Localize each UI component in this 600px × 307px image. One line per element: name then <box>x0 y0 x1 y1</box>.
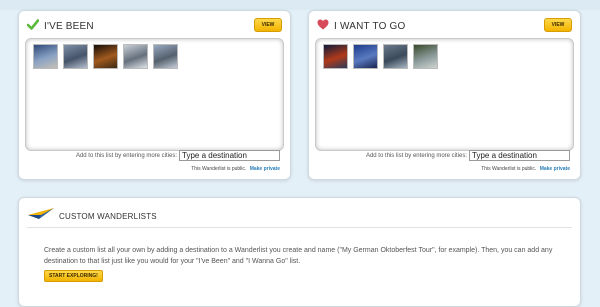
ive-been-privacy-row: This Wanderlist is public. Make private <box>191 166 280 172</box>
top-strip <box>0 0 600 10</box>
i-want-to-go-destination-input[interactable] <box>469 150 570 161</box>
ive-been-panel: I'VE BEEN VIEW Add to this list by enter… <box>18 10 291 180</box>
i-want-to-go-privacy-row: This Wanderlist is public. Make private <box>481 166 570 172</box>
i-want-to-go-header: I WANT TO GO VIEW <box>317 17 572 35</box>
ive-been-city-photo-2[interactable] <box>63 44 88 69</box>
i-want-to-go-city-photo-1[interactable] <box>323 44 348 69</box>
ive-been-photo-box <box>25 38 284 151</box>
ive-been-add-label: Add to this list by entering more cities… <box>75 152 177 159</box>
ive-been-privacy-text: This Wanderlist is public. <box>191 166 247 172</box>
ive-been-add-row: Add to this list by entering more cities… <box>19 150 280 161</box>
ive-been-thumbnails <box>33 44 178 69</box>
i-want-to-go-view-button[interactable]: VIEW <box>544 18 572 32</box>
ive-been-city-photo-4[interactable] <box>123 44 148 69</box>
i-want-to-go-make-private-link[interactable]: Make private <box>540 166 570 172</box>
i-want-to-go-panel: I WANT TO GO VIEW Add to this list by en… <box>308 10 581 180</box>
i-want-to-go-city-photo-2[interactable] <box>353 44 378 69</box>
i-want-to-go-add-row: Add to this list by entering more cities… <box>309 150 570 161</box>
custom-wanderlists-panel: CUSTOM WANDERLISTS Create a custom list … <box>18 197 581 307</box>
i-want-to-go-photo-box <box>315 38 574 151</box>
i-want-to-go-city-photo-3[interactable] <box>383 44 408 69</box>
ive-been-destination-input[interactable] <box>179 150 280 161</box>
i-want-to-go-city-photo-4[interactable] <box>413 44 438 69</box>
ive-been-make-private-link[interactable]: Make private <box>250 166 280 172</box>
custom-wanderlists-description: Create a custom list all your own by add… <box>44 247 553 265</box>
ive-been-city-photo-3[interactable] <box>93 44 118 69</box>
ive-been-city-photo-5[interactable] <box>153 44 178 69</box>
i-want-to-go-thumbnails <box>323 44 438 69</box>
checkmark-icon <box>26 17 40 35</box>
i-want-to-go-title: I WANT TO GO <box>334 20 406 32</box>
heart-icon <box>317 17 329 35</box>
i-want-to-go-add-label: Add to this list by entering more cities… <box>365 152 467 159</box>
ive-been-view-button[interactable]: VIEW <box>254 18 282 32</box>
paper-plane-icon <box>27 207 55 226</box>
ive-been-city-photo-1[interactable] <box>33 44 58 69</box>
ive-been-header: I'VE BEEN VIEW <box>26 17 282 35</box>
start-exploring-button[interactable]: START EXPLORING! <box>44 270 103 282</box>
custom-wanderlists-header: CUSTOM WANDERLISTS <box>27 205 572 228</box>
ive-been-title: I'VE BEEN <box>44 20 94 32</box>
i-want-to-go-privacy-text: This Wanderlist is public. <box>481 166 537 172</box>
custom-wanderlists-title: CUSTOM WANDERLISTS <box>59 211 157 221</box>
